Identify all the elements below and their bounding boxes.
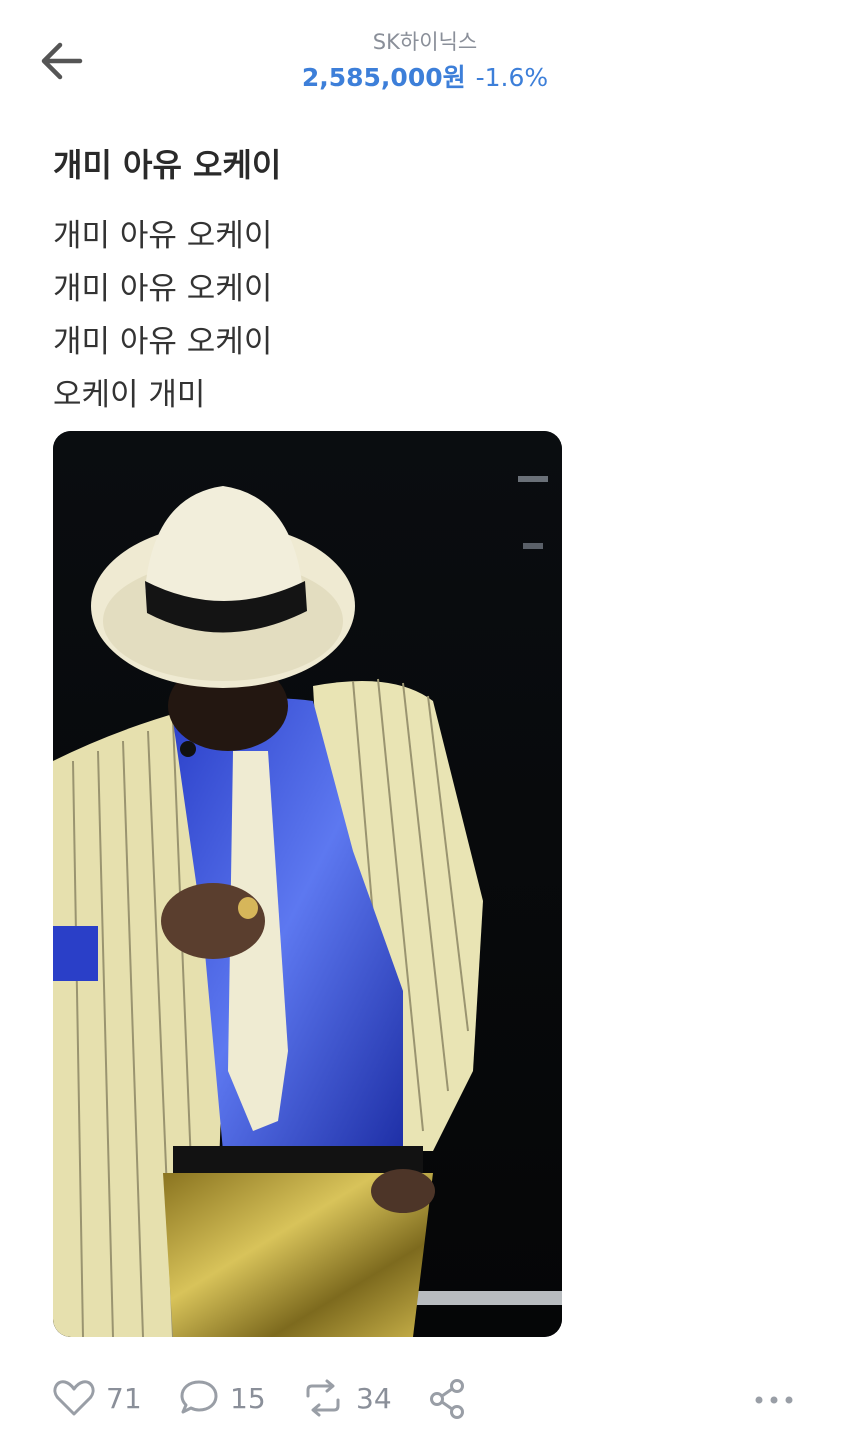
stock-name[interactable]: SK하이닉스 [0, 26, 850, 56]
header: SK하이닉스 2,585,000원 -1.6% [0, 0, 850, 110]
performer-photo [53, 431, 562, 1337]
repost-count: 34 [356, 1381, 392, 1415]
post-image[interactable] [53, 431, 562, 1337]
share-icon [430, 1379, 464, 1419]
comment-icon [180, 1380, 218, 1414]
repost-button[interactable]: 34 [300, 1378, 392, 1418]
stock-change: -1.6% [475, 63, 549, 92]
post-line: 오케이 개미 [53, 377, 206, 413]
heart-icon [53, 1380, 95, 1416]
more-icon[interactable] [752, 1390, 796, 1410]
comment-count: 15 [230, 1381, 266, 1415]
like-button[interactable]: 71 [52, 1378, 142, 1418]
post-line: 개미 아유 오케이 [53, 218, 273, 254]
stock-price: 2,585,000원 [301, 63, 466, 92]
post-title: 개미 아유 오케이 [53, 146, 282, 184]
share-button[interactable] [428, 1378, 468, 1420]
comment-button[interactable]: 15 [178, 1378, 266, 1418]
post-line: 개미 아유 오케이 [53, 271, 273, 307]
like-count: 71 [106, 1381, 142, 1415]
post-line: 개미 아유 오케이 [53, 324, 273, 360]
post-body: 개미 아유 오케이 개미 아유 오케이 개미 아유 오케이 오케이 개미 [53, 210, 272, 422]
repost-icon [306, 1379, 340, 1417]
stock-price-row[interactable]: 2,585,000원 -1.6% [0, 58, 850, 94]
action-bar: 71 15 34 [0, 1370, 850, 1430]
